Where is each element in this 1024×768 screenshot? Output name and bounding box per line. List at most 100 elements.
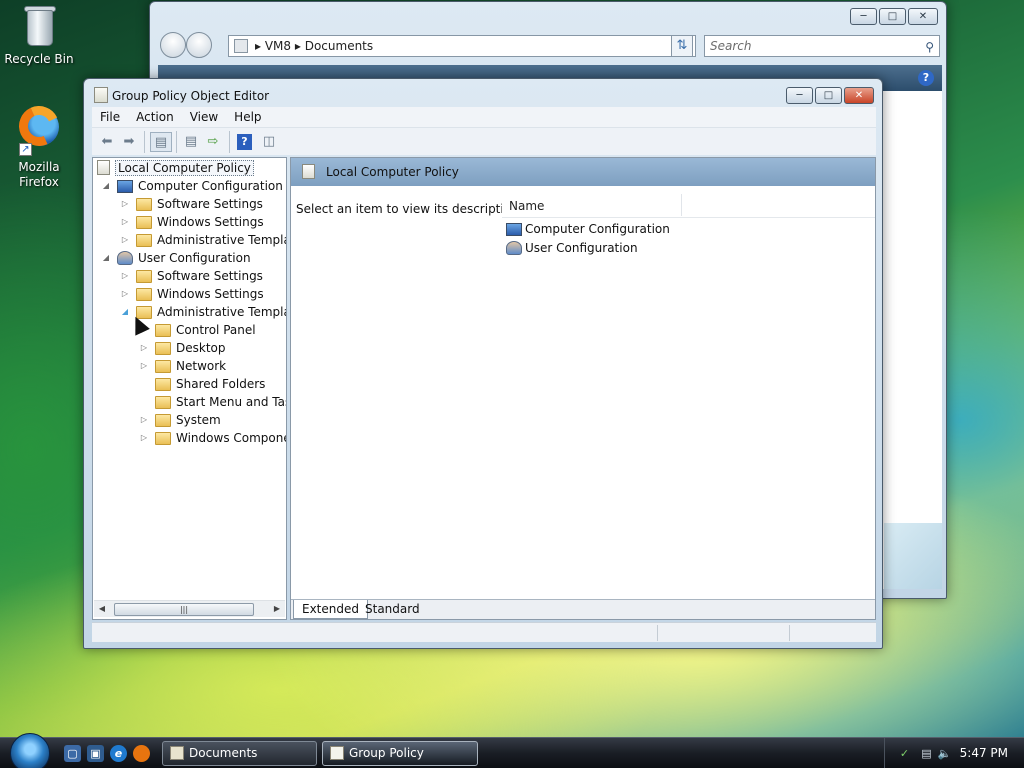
breadcrumb-documents[interactable]: Documents (305, 39, 373, 53)
status-bar (92, 622, 876, 642)
details-pane[interactable]: Local Computer Policy Select an item to … (290, 157, 876, 620)
tree-horizontal-scrollbar[interactable]: ◀ ||| ▶ (94, 600, 285, 617)
firefox-shortcut[interactable]: ↗ Mozilla Firefox (1, 100, 77, 190)
expand-arrow-icon[interactable]: ▷ (139, 357, 149, 375)
group-policy-editor-window[interactable]: Group Policy Object Editor ─ □ ✕ File Act… (83, 78, 883, 649)
tree-node-system[interactable]: ▷ System (139, 411, 221, 429)
tree-label: Windows Components (176, 431, 286, 445)
expand-arrow-icon[interactable]: ▷ (120, 285, 130, 303)
refresh-button[interactable]: ⇅ (671, 35, 693, 57)
help-icon[interactable]: ? (237, 134, 252, 150)
folder-icon (155, 414, 171, 427)
tree-node-windows-settings[interactable]: ▷ Windows Settings (120, 285, 264, 303)
forward-button[interactable] (186, 32, 212, 58)
search-input[interactable]: Search ⚲ (704, 35, 940, 57)
firefox-icon[interactable] (133, 745, 150, 762)
properties-icon[interactable]: ▤ (180, 132, 202, 152)
back-arrow-icon[interactable]: ⬅ (96, 132, 118, 152)
forward-arrow-icon[interactable]: ➡ (118, 132, 140, 152)
breadcrumb-vm8[interactable]: VM8 (265, 39, 291, 53)
close-button[interactable]: ✕ (844, 87, 874, 104)
users-icon (506, 241, 522, 255)
taskbar-button-documents[interactable]: Documents (162, 741, 317, 766)
collapse-arrow-icon[interactable]: ◢ (101, 177, 111, 195)
tree-node-software-settings[interactable]: ▷ Software Settings (120, 195, 263, 213)
users-icon (117, 251, 133, 265)
list-item-label: User Configuration (525, 241, 638, 255)
show-desktop-icon[interactable]: ▢ (64, 745, 81, 762)
switch-windows-icon[interactable]: ▣ (87, 745, 104, 762)
tree-label: Desktop (176, 341, 226, 355)
show-hide-tree-icon[interactable]: ▤ (150, 132, 172, 152)
search-placeholder: Search (710, 39, 752, 53)
folder-icon (155, 378, 171, 391)
tab-standard[interactable]: Standard (357, 600, 428, 619)
status-divider (657, 625, 658, 641)
column-name[interactable]: Name (502, 194, 682, 216)
expand-arrow-icon[interactable]: ▷ (120, 231, 130, 249)
menu-bar: File Action View Help (92, 107, 876, 127)
tree-node-shared-folders[interactable]: Shared Folders (139, 375, 265, 393)
expand-arrow-icon[interactable]: ▷ (120, 267, 130, 285)
scroll-left-icon[interactable]: ◀ (94, 601, 110, 617)
export-list-icon[interactable]: ⇨ (202, 132, 224, 152)
start-button[interactable] (10, 733, 50, 768)
folder-icon (155, 360, 171, 373)
expand-arrow-icon[interactable]: ▷ (120, 213, 130, 231)
minimize-button[interactable]: ─ (786, 87, 813, 104)
tree-node-software-settings[interactable]: ▷ Software Settings (120, 267, 263, 285)
internet-explorer-icon[interactable]: e (110, 745, 127, 762)
network-icon[interactable]: ▤ (919, 746, 934, 761)
policy-document-icon (302, 164, 315, 179)
safely-remove-hardware-icon[interactable]: ✓ (897, 746, 912, 761)
volume-icon[interactable]: 🔈 (937, 746, 952, 761)
tree-node-start-menu-and-taskbar[interactable]: Start Menu and Taskbar (139, 393, 286, 411)
help-icon[interactable]: ? (918, 70, 934, 86)
expand-arrow-icon[interactable]: ▷ (120, 195, 130, 213)
collapse-arrow-icon[interactable]: ◢ (120, 303, 130, 321)
scrollbar-thumb[interactable]: ||| (114, 603, 254, 616)
folder-icon (136, 216, 152, 229)
computer-icon (117, 180, 133, 193)
expand-arrow-icon[interactable]: ▷ (139, 411, 149, 429)
tree-node-control-panel[interactable]: ▷ Control Panel (139, 321, 256, 339)
list-column-header: Name (502, 194, 875, 218)
menu-file[interactable]: File (92, 107, 128, 127)
collapse-arrow-icon[interactable]: ◢ (101, 249, 111, 267)
expand-arrow-icon[interactable]: ▷ (139, 429, 149, 447)
menu-action[interactable]: Action (128, 107, 182, 127)
scroll-right-icon[interactable]: ▶ (269, 601, 285, 617)
list-item-user-configuration[interactable]: User Configuration (506, 239, 638, 258)
window-title: Group Policy Object Editor (94, 87, 269, 103)
tree-node-desktop[interactable]: ▷ Desktop (139, 339, 226, 357)
search-icon[interactable]: ⚲ (925, 37, 934, 57)
tree-node-windows-components[interactable]: ▷ Windows Components (139, 429, 286, 447)
toolbar-separator (144, 131, 145, 153)
clock[interactable]: 5:47 PM (960, 738, 1008, 768)
minimize-button[interactable]: ─ (850, 8, 877, 25)
menu-help[interactable]: Help (226, 107, 269, 127)
tree-node-windows-settings[interactable]: ▷ Windows Settings (120, 213, 264, 231)
firefox-label: Mozilla Firefox (18, 160, 60, 189)
maximize-button[interactable]: □ (815, 87, 842, 104)
expand-arrow-icon[interactable]: ▷ (139, 339, 149, 357)
address-bar[interactable]: ▸ VM8 ▸ Documents ▼ (228, 35, 696, 57)
maximize-button[interactable]: □ (879, 8, 906, 25)
tree-node-user-configuration[interactable]: ◢ User Configuration (101, 249, 251, 267)
folder-icon (136, 198, 152, 211)
console-tree-icon[interactable]: ◫ (258, 132, 280, 152)
back-button[interactable] (160, 32, 186, 58)
recycle-bin-shortcut[interactable]: Recycle Bin (1, 4, 77, 67)
tree-node-local-computer-policy[interactable]: Local Computer Policy (97, 159, 254, 177)
taskbar-button-label: Documents (189, 746, 258, 760)
menu-view[interactable]: View (182, 107, 226, 127)
close-button[interactable]: ✕ (908, 8, 938, 25)
tree-node-administrative-templates[interactable]: ▷ Administrative Templates (120, 231, 286, 249)
tree-node-network[interactable]: ▷ Network (139, 357, 226, 375)
tree-label: Computer Configuration (138, 179, 283, 193)
description-text: Select an item to view its description. (296, 202, 523, 216)
tree-node-computer-configuration[interactable]: ◢ Computer Configuration (101, 177, 283, 195)
list-item-computer-configuration[interactable]: Computer Configuration (506, 220, 670, 239)
console-tree[interactable]: Local Computer Policy ◢ Computer Configu… (92, 157, 287, 620)
taskbar-button-group-policy[interactable]: Group Policy Object... (322, 741, 478, 766)
